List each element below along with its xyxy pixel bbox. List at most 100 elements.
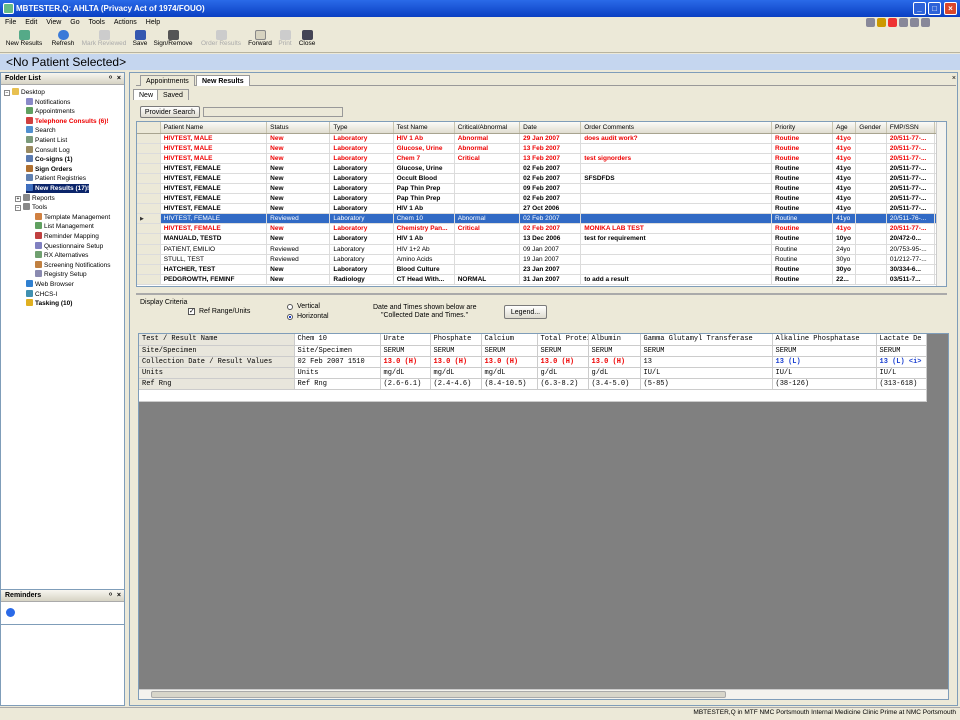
results-horizontal-scrollbar[interactable] — [139, 689, 948, 699]
column-header[interactable]: Age — [832, 122, 857, 134]
row-selector[interactable] — [137, 274, 161, 285]
column-header[interactable]: Priority — [771, 122, 834, 134]
provider-search-input[interactable] — [203, 107, 343, 117]
row-selector[interactable] — [137, 233, 161, 245]
folder-item[interactable]: Co-signs (1) — [26, 155, 73, 164]
row-selector[interactable] — [137, 183, 161, 195]
table-row[interactable]: HIVTEST, FEMALE New Laboratory Pap Thin Pre… — [137, 193, 946, 205]
menu-tools[interactable]: Tools — [89, 19, 105, 26]
menu-go[interactable]: Go — [70, 19, 79, 26]
expand-toggle-icon[interactable]: − — [4, 90, 10, 96]
alert-icon[interactable] — [877, 18, 886, 27]
folder-item[interactable]: Screening Notifications — [35, 260, 110, 270]
print-button[interactable]: Print — [276, 30, 294, 47]
folder-item[interactable]: Notifications — [26, 97, 70, 107]
legend-button[interactable]: Legend... — [504, 305, 547, 319]
folder-item[interactable]: Consult Log — [26, 145, 70, 155]
tab-saved[interactable]: Saved — [157, 89, 189, 100]
column-header[interactable]: Patient Name — [160, 122, 268, 134]
save-button[interactable]: Save — [130, 30, 150, 47]
folder-item[interactable]: Search — [26, 126, 56, 135]
folder-item[interactable]: Registry Setup — [35, 270, 87, 279]
ref-range-checkbox[interactable]: ✓ — [188, 308, 195, 315]
tray-icon[interactable] — [921, 18, 930, 27]
folder-item[interactable]: − Tools — [15, 203, 47, 212]
folder-item[interactable]: − Desktop — [4, 88, 45, 97]
maximize-button[interactable]: □ — [928, 2, 941, 15]
table-row[interactable]: HIVTEST, MALE New Laboratory Glucose, Urine… — [137, 143, 946, 154]
row-selector[interactable] — [137, 264, 161, 275]
table-row[interactable]: HIVTEST, FEMALE New Laboratory Pap Thin Pre… — [137, 183, 946, 195]
close-icon[interactable]: × — [117, 590, 121, 602]
column-header[interactable]: Type — [329, 122, 394, 134]
column-header[interactable]: Test Name — [393, 122, 455, 134]
menu-file[interactable]: File — [5, 19, 16, 26]
table-row[interactable]: ▶ HIVTEST, FEMALE Reviewed Laboratory Chem 1… — [137, 213, 946, 225]
pin-icon[interactable]: ᵒ — [109, 73, 112, 85]
table-row[interactable]: HIVTEST, FEMALE New Laboratory Glucose, Uri… — [137, 163, 946, 174]
folder-item[interactable]: New Results (17)! — [26, 184, 90, 193]
folder-item[interactable]: CHCS-I — [26, 289, 57, 299]
row-selector[interactable] — [137, 254, 161, 265]
window-close-button[interactable]: × — [944, 2, 957, 15]
table-row[interactable]: HIVTEST, MALE New Laboratory HIV 1 Ab Abnorm… — [137, 133, 946, 144]
pin-icon[interactable]: ᵒ — [109, 590, 112, 602]
folder-item[interactable]: Telephone Consults (6)! — [26, 116, 109, 126]
tab-appointments[interactable]: Appointments — [140, 75, 195, 86]
new-results-button[interactable]: New Results — [4, 30, 44, 47]
table-row[interactable]: MANUALD, TESTD New Laboratory HIV 1 Ab 13 De… — [137, 233, 946, 245]
reminder-icon[interactable] — [6, 608, 15, 617]
row-selector[interactable] — [137, 203, 161, 215]
folder-item[interactable]: RX Alternatives — [35, 251, 88, 260]
close-icon[interactable]: × — [117, 73, 121, 85]
column-header[interactable]: Gender — [855, 122, 887, 134]
mark-reviewed-button[interactable]: Mark Reviewed — [80, 30, 128, 47]
table-row[interactable]: STULL, TEST Reviewed Laboratory Amino Acids… — [137, 254, 946, 265]
row-selector[interactable] — [137, 153, 161, 164]
close-tab-icon[interactable]: × — [952, 75, 956, 82]
row-selector[interactable] — [137, 173, 161, 184]
folder-item[interactable]: Questionnaire Setup — [35, 241, 103, 251]
sign-remove-button[interactable]: Sign/Remove — [152, 30, 194, 47]
table-row[interactable]: HIVTEST, FEMALE New Laboratory Occult Blood… — [137, 173, 946, 184]
vertical-radio[interactable] — [287, 304, 293, 310]
table-row[interactable]: HIVTEST, FEMALE New Laboratory Chemistry Pa… — [137, 223, 946, 235]
folder-item[interactable]: Sign Orders — [26, 164, 72, 174]
row-selector[interactable] — [137, 244, 161, 255]
expand-toggle-icon[interactable]: − — [15, 205, 21, 212]
folder-item[interactable]: Tasking (10) — [26, 299, 72, 308]
folder-item[interactable]: Template Management — [35, 212, 110, 222]
grid-vertical-scrollbar[interactable] — [936, 122, 946, 286]
column-header[interactable]: Critical/Abnormal — [454, 122, 521, 134]
forward-button[interactable]: Forward — [246, 30, 274, 47]
close-button[interactable]: Close — [296, 30, 318, 47]
tray-icon[interactable] — [866, 18, 875, 27]
column-header[interactable]: Order Comments — [580, 122, 772, 134]
folder-item[interactable]: Appointments — [26, 107, 75, 116]
horizontal-radio[interactable] — [287, 314, 293, 320]
row-selector[interactable] — [137, 133, 161, 144]
refresh-button[interactable]: Refresh — [48, 30, 78, 47]
menu-view[interactable]: View — [46, 19, 61, 26]
column-header[interactable]: FMP/SSN — [886, 122, 936, 134]
flag-icon[interactable] — [888, 18, 897, 27]
table-row[interactable]: HIVTEST, MALE New Laboratory Chem 7 Critical… — [137, 153, 946, 164]
folder-item[interactable]: Reminder Mapping — [35, 232, 99, 241]
folder-item[interactable]: Patient List — [26, 136, 67, 145]
provider-search-button[interactable]: Provider Search — [140, 106, 200, 118]
folder-item[interactable]: Patient Registries — [26, 174, 86, 183]
row-selector[interactable] — [137, 163, 161, 174]
table-row[interactable]: PATIENT, EMILIO Reviewed Laboratory HIV 1+2… — [137, 244, 946, 255]
folder-item[interactable]: List Management — [35, 222, 94, 231]
row-selector[interactable] — [137, 143, 161, 154]
table-row[interactable]: HIVTEST, FEMALE New Laboratory HIV 1 Ab 27 O… — [137, 203, 946, 215]
minimize-button[interactable]: _ — [913, 2, 926, 15]
table-row[interactable]: HATCHER, TEST New Laboratory Blood Culture 2… — [137, 264, 946, 275]
tab-new-results[interactable]: New Results — [196, 75, 250, 86]
tab-new[interactable]: New — [133, 89, 160, 100]
folder-item[interactable]: Web Browser — [26, 280, 74, 289]
tray-icon[interactable] — [910, 18, 919, 27]
table-row[interactable]: PEDGROWTH, FEMINF New Radiology CT Head Wit… — [137, 274, 946, 285]
row-selector[interactable]: ▶ — [137, 213, 161, 225]
menu-edit[interactable]: Edit — [25, 19, 37, 26]
